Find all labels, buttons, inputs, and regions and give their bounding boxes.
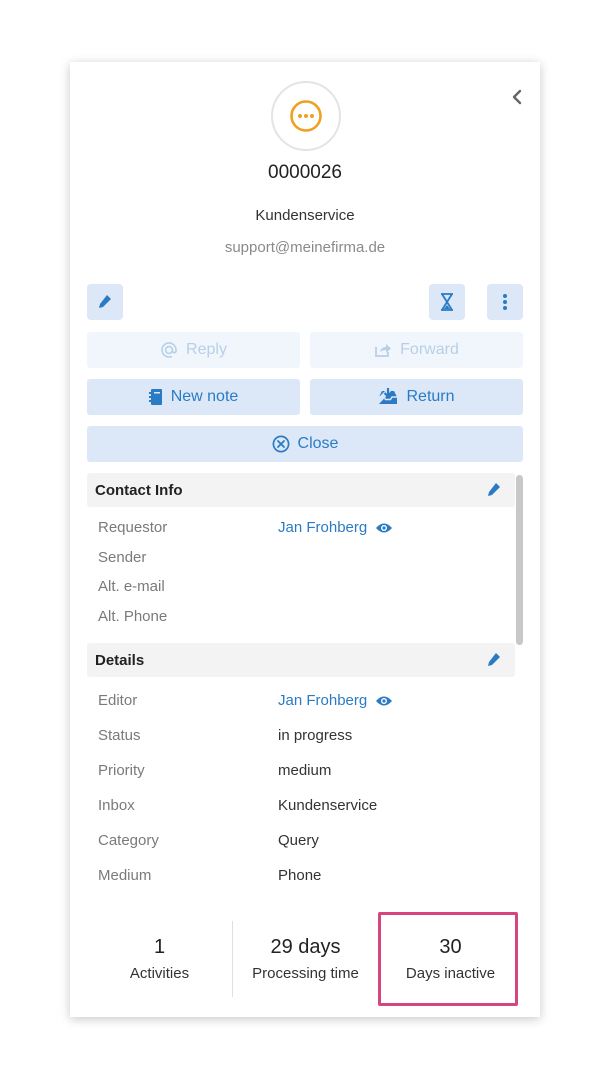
contact-info-header: Contact Info [87, 473, 515, 507]
row-value: Query [278, 832, 319, 849]
hourglass-icon [441, 293, 453, 311]
return-label: Return [406, 388, 455, 405]
details-row-category: Category Query [87, 823, 515, 858]
row-value: in progress [278, 727, 353, 744]
forward-label: Forward [400, 341, 459, 358]
contact-info-title: Contact Info [95, 481, 183, 499]
row-label: Sender [98, 548, 147, 566]
share-forward-icon [375, 344, 392, 357]
eye-icon[interactable] [375, 522, 393, 534]
ticket-status-avatar [271, 81, 341, 151]
vertical-dots-icon [503, 294, 507, 310]
snooze-button[interactable] [429, 284, 465, 320]
close-ticket-button[interactable]: Close [87, 426, 523, 462]
row-value: medium [278, 762, 332, 779]
stat-value: 29 days [270, 936, 341, 958]
more-dots-icon [290, 100, 322, 132]
row-value: Jan Frohberg [278, 692, 368, 709]
reply-label: Reply [186, 341, 227, 358]
stat-value: 1 [153, 936, 166, 958]
row-label: Editor [98, 692, 138, 709]
details-row-editor: Editor Jan Frohberg [87, 683, 515, 718]
row-label: Alt. Phone [98, 607, 168, 625]
more-options-button[interactable] [487, 284, 523, 320]
days-inactive-highlight [378, 912, 518, 1006]
eye-icon[interactable] [375, 695, 393, 707]
contact-row-alt-phone: Alt. Phone [87, 602, 515, 632]
contact-row-sender: Sender [87, 543, 515, 573]
contact-row-requestor: Requestor Jan Frohberg [87, 513, 515, 543]
details-header: Details [87, 643, 515, 677]
stat-processing-time: 29 days Processing time [233, 919, 378, 999]
row-label: Status [98, 727, 141, 744]
collapse-panel-button[interactable] [506, 86, 528, 108]
edit-ticket-button[interactable] [87, 284, 123, 320]
return-button[interactable]: Return [310, 379, 523, 415]
row-label: Priority [98, 762, 145, 779]
details-section: Details Editor Jan Frohberg Status in pr… [87, 643, 515, 901]
inbox-name: Kundenservice [255, 207, 355, 224]
chevron-left-icon [512, 89, 522, 105]
ticket-info-scroll-area[interactable]: Contact Info Requestor Jan Frohberg Send… [87, 473, 515, 913]
at-sign-icon [161, 342, 177, 358]
scrollbar-thumb[interactable] [516, 475, 523, 645]
details-row-priority: Priority medium [87, 753, 515, 788]
row-label: Inbox [98, 797, 135, 814]
row-value: Jan Frohberg [278, 519, 368, 537]
contact-row-alt-email: Alt. e-mail [87, 572, 515, 602]
stat-label: Processing time [252, 965, 359, 982]
new-note-button[interactable]: New note [87, 379, 300, 415]
row-value: Kundenservice [278, 797, 378, 814]
pencil-icon [99, 295, 111, 308]
pencil-icon[interactable] [487, 652, 501, 668]
ticket-id: 0000026 [268, 162, 342, 183]
notebook-icon [148, 389, 162, 405]
details-title: Details [95, 651, 145, 669]
close-label: Close [297, 435, 339, 452]
stat-label: Activities [129, 965, 190, 982]
inbox-email: support@meinefirma.de [224, 239, 386, 256]
details-row-medium: Medium Phone [87, 858, 515, 893]
details-row-status: Status in progress [87, 718, 515, 753]
row-label: Requestor [98, 519, 168, 537]
close-circle-icon [272, 435, 289, 453]
reply-button[interactable]: Reply [87, 332, 300, 368]
row-label: Category [98, 832, 159, 849]
inbox-download-icon [379, 388, 398, 404]
pencil-icon[interactable] [487, 482, 501, 498]
requestor-link[interactable]: Jan Frohberg [278, 519, 393, 536]
new-note-label: New note [170, 388, 239, 405]
forward-button[interactable]: Forward [310, 332, 523, 368]
stat-activities: 1 Activities [87, 919, 232, 999]
row-label: Medium [98, 867, 152, 884]
row-value: Phone [278, 867, 322, 884]
row-label: Alt. e-mail [98, 578, 165, 596]
ticket-panel: 0000026 Kundenservice support@meinefirma… [70, 62, 540, 1017]
contact-info-section: Contact Info Requestor Jan Frohberg Send… [87, 473, 515, 639]
details-row-inbox: Inbox Kundenservice [87, 788, 515, 823]
editor-link[interactable]: Jan Frohberg [278, 692, 393, 709]
